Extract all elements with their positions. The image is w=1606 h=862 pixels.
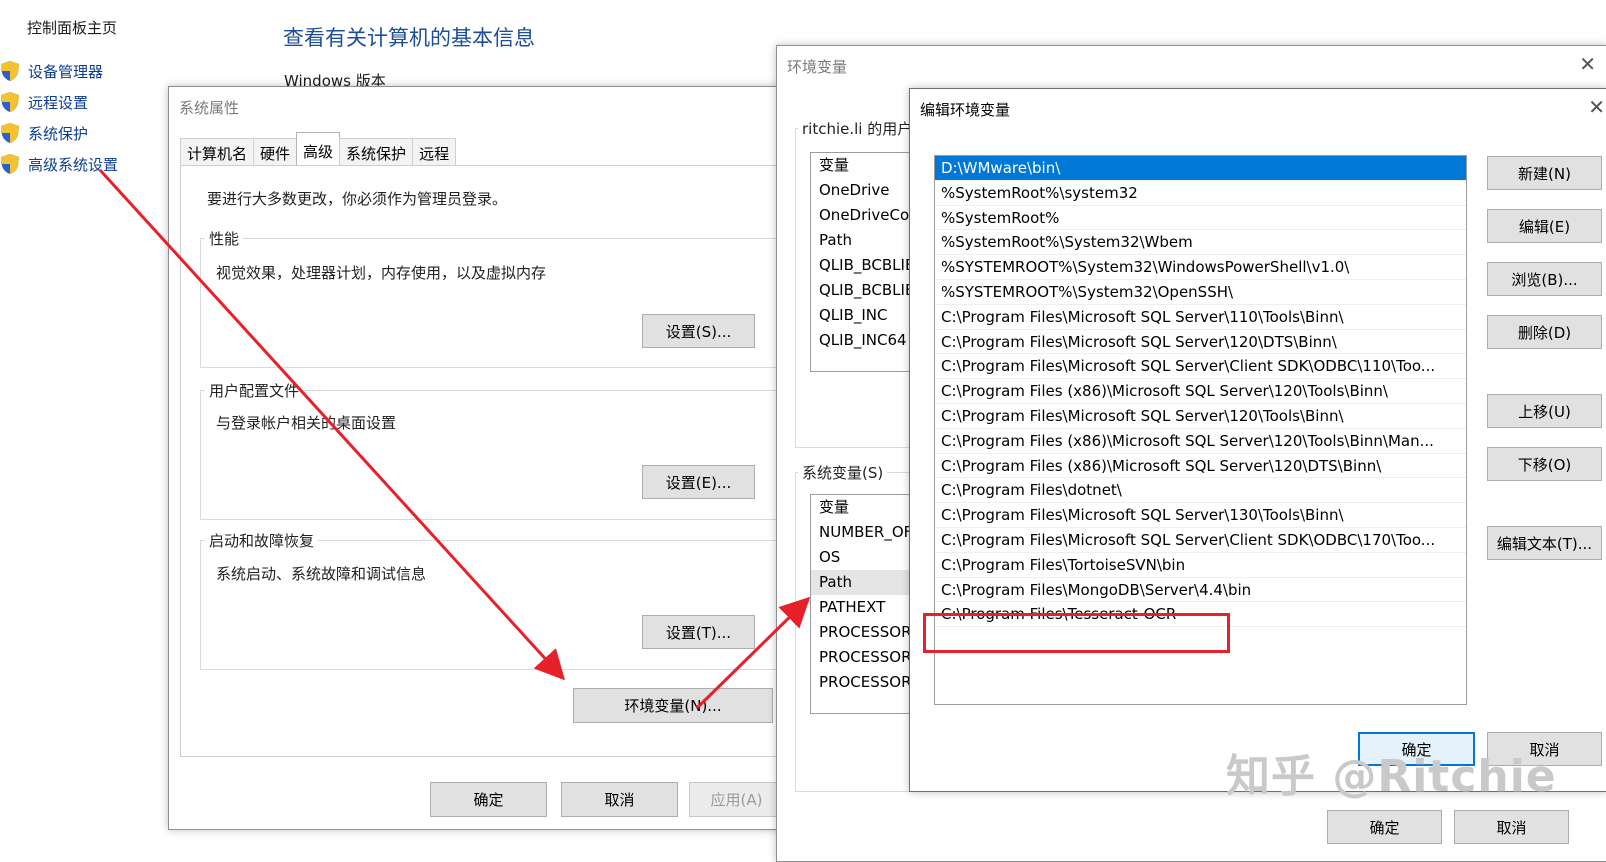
watermark: 知乎 @Ritchie [1226,751,1557,802]
annotation-arrow-to-path [695,596,811,710]
annotation-arrow-to-env-button [98,168,566,681]
annotation-arrows [98,168,811,710]
